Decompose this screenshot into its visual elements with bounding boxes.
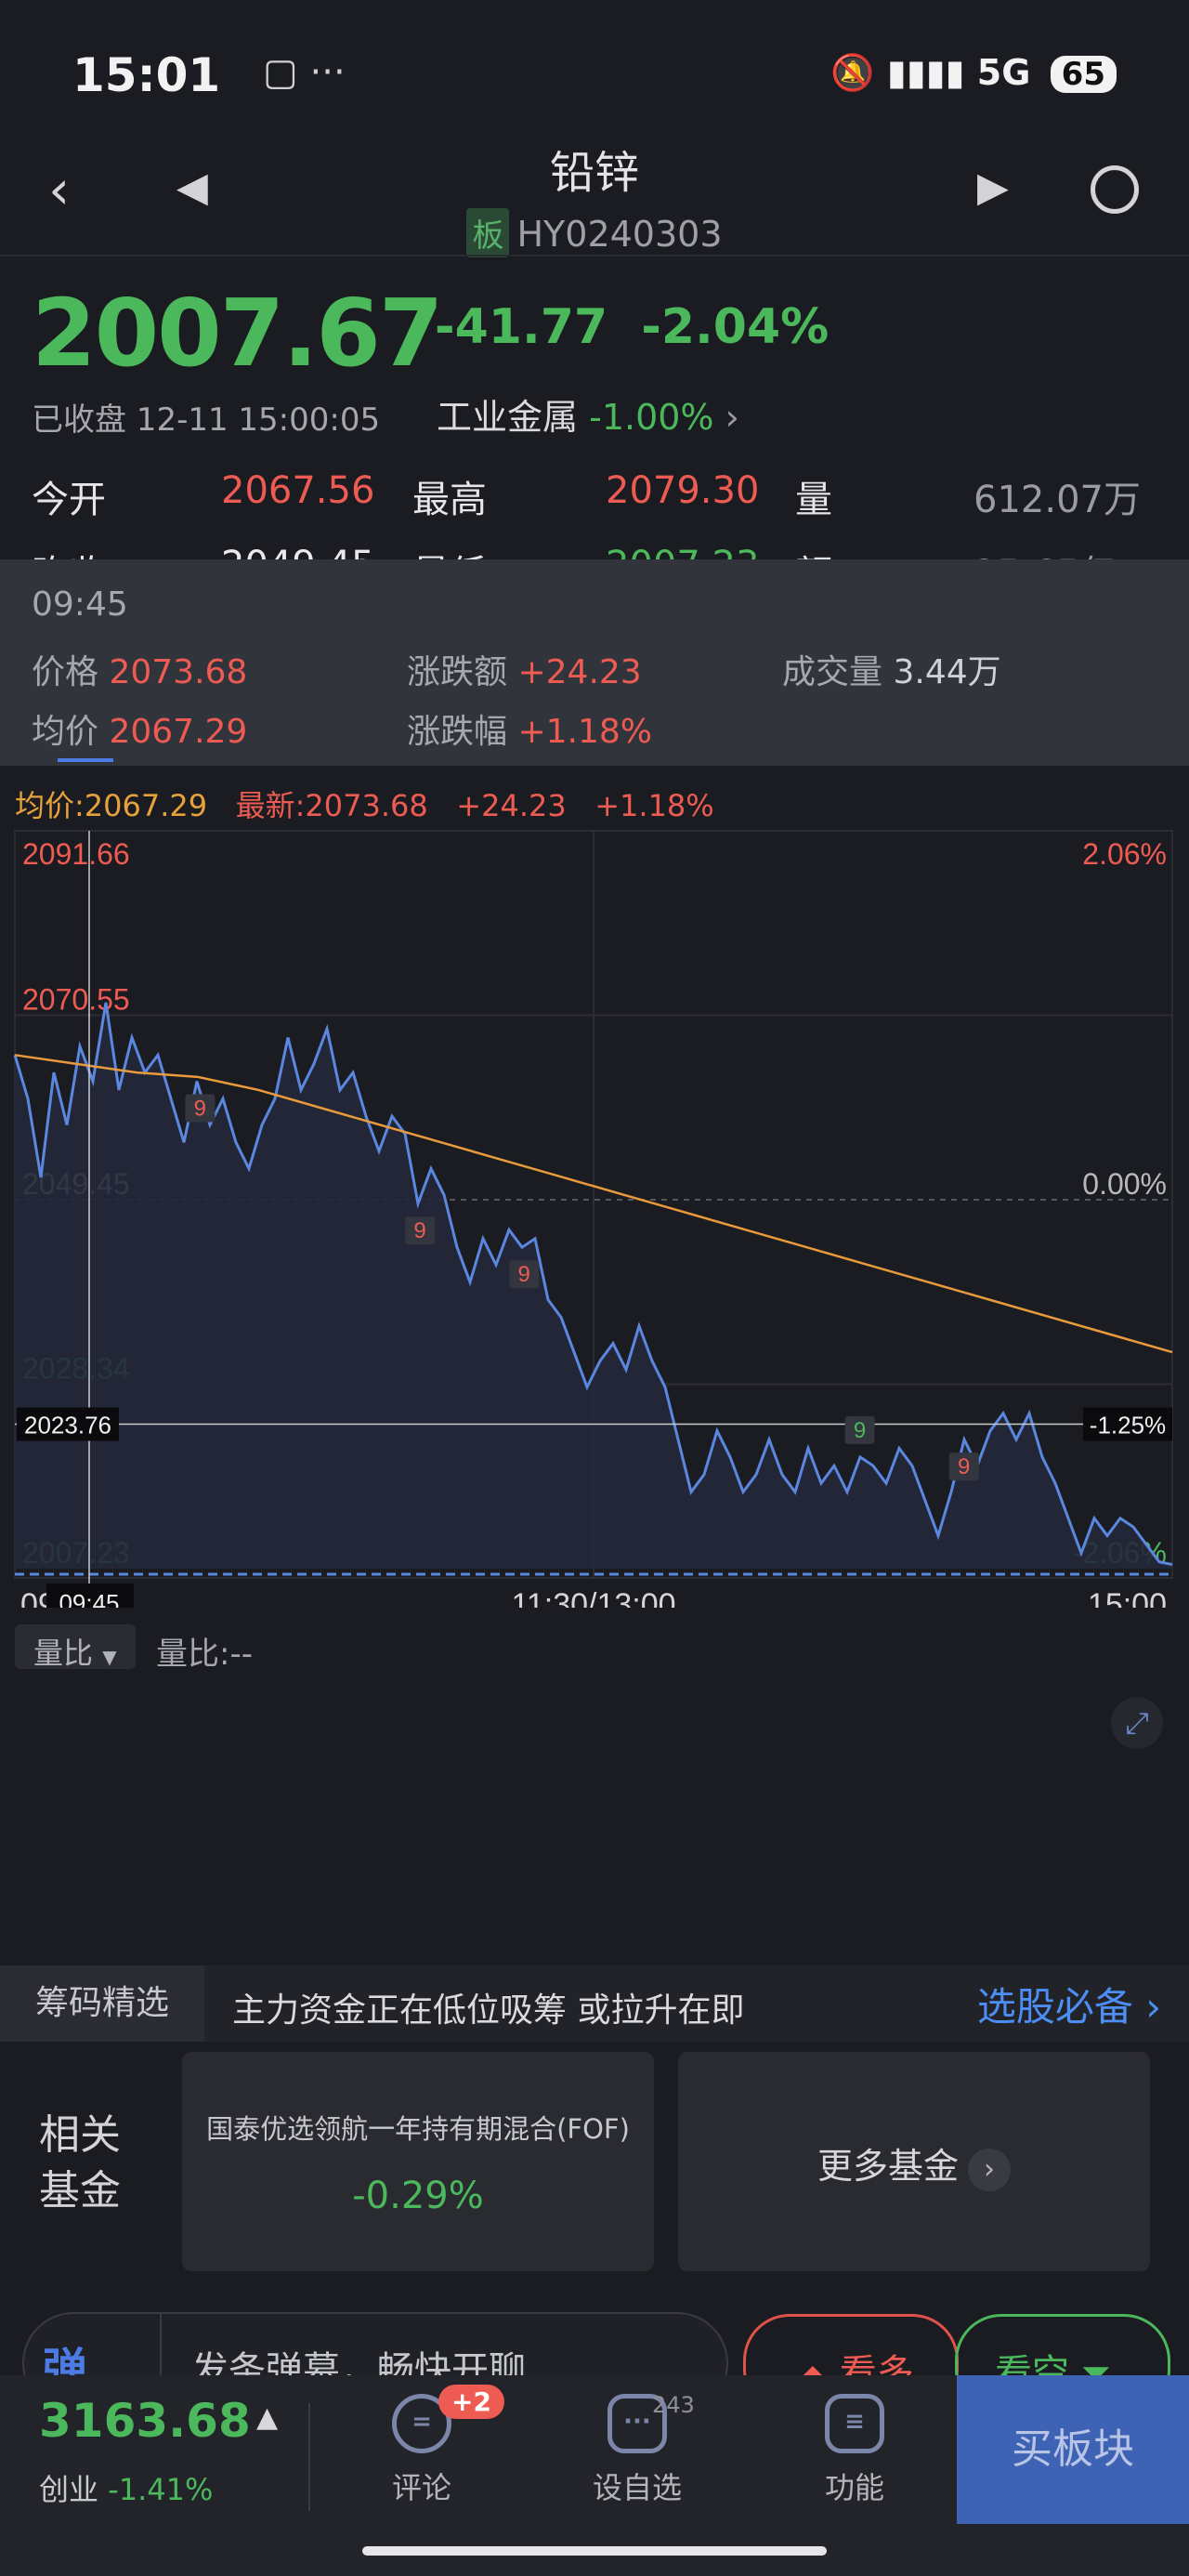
index-info: 创业 -1.41%: [39, 2466, 213, 2509]
chip-text: 主力资金正在低位吸筹 或拉升在即: [232, 1991, 745, 2030]
tooltip-time: 09:45: [32, 585, 128, 624]
network-label: 5G: [976, 52, 1031, 93]
marker-label: 9: [958, 1454, 970, 1479]
vol-ratio: 量比:--: [156, 1636, 253, 1673]
stat-vol: 612.07万: [973, 479, 1141, 521]
board-badge: 板: [466, 208, 510, 257]
intraday-chart[interactable]: 2091.662070.552049.452028.342007.232.06%…: [0, 818, 1189, 1608]
tooltip-pct-label: 涨跌幅: [407, 713, 508, 751]
tooltip-pct-row: 涨跌幅 +1.18%: [407, 704, 652, 753]
market-status: 已收盘 12-11 15:00:05: [32, 401, 381, 439]
triangle-up-icon: ▲: [256, 2401, 279, 2434]
chip-tag: 筹码精选: [0, 1965, 204, 2042]
index-change: -1.41%: [108, 2472, 214, 2507]
header-divider: [0, 255, 1189, 256]
chevron-right-icon: ›: [725, 397, 739, 438]
sector-change: -1.00%: [589, 397, 714, 438]
more-funds-card[interactable]: 更多基金 ›: [678, 2052, 1150, 2271]
x-tick-label: 11:30/13:00: [511, 1587, 675, 1608]
code-line: 板 HY0240303: [0, 208, 1189, 257]
status-bar: 15:01 ▢ ··· 🔕 ▮▮▮▮ 5G 65: [0, 0, 1189, 139]
tooltip-price-label: 价格: [32, 653, 99, 691]
board-code: HY0240303: [516, 214, 723, 255]
crosshair-x-label: 09:45: [59, 1589, 119, 1608]
tooltip-avg: 2067.29: [109, 713, 248, 751]
tooltip-chg: +24.23: [517, 653, 642, 691]
y-tick-label: 2070.55: [22, 983, 130, 1017]
change-value: -41.77: [435, 299, 608, 355]
crosshair-pct-label: -1.25%: [1090, 1412, 1166, 1439]
tooltip-vol: 3.44万: [893, 653, 1001, 691]
crosshair-y-label: 2023.76: [24, 1412, 111, 1439]
battery-icon: 65: [1050, 56, 1117, 93]
more-funds: 更多基金 ›: [678, 2137, 1150, 2191]
buy-sector-button[interactable]: 买板块: [957, 2375, 1189, 2524]
stat-open: 2067.56: [221, 469, 375, 512]
tab-function-label: 功能: [824, 2470, 884, 2505]
tooltip-vol-row: 成交量 3.44万: [782, 645, 1001, 693]
stat-high: 2079.30: [606, 469, 760, 512]
mute-icon: 🔕: [830, 52, 875, 93]
page-title: 铅锌: [549, 147, 639, 199]
tooltip-vol-label: 成交量: [782, 653, 883, 691]
next-item-icon[interactable]: ▶: [977, 164, 1009, 211]
fund-label-line2: 基金: [39, 2167, 121, 2215]
menu-icon: ≡: [825, 2394, 884, 2453]
chevron-right-icon: ›: [968, 2149, 1011, 2191]
y-tick-label: 2091.66: [22, 837, 130, 871]
sector-name: 工业金属: [437, 397, 579, 438]
index-name: 创业: [39, 2472, 99, 2507]
tooltip-price-row: 价格 2073.68: [32, 645, 247, 693]
last-price: 2007.67: [32, 279, 443, 388]
index-value[interactable]: 3163.68: [39, 2394, 251, 2448]
fund-label-line1: 相关: [39, 2111, 121, 2159]
tooltip-pct: +1.18%: [517, 713, 652, 751]
marker-label: 9: [854, 1418, 866, 1443]
tooltip-avg-label: 均价: [32, 713, 99, 751]
tooltip-chg-row: 涨跌额 +24.23: [407, 645, 642, 693]
signal-icon: ▮▮▮▮: [886, 52, 965, 93]
pct-tick-label: 0.00%: [1082, 1167, 1167, 1201]
watch-count: 243: [652, 2392, 695, 2418]
status-time: 15:01: [72, 48, 221, 102]
status-system: 🔕 ▮▮▮▮ 5G 65: [830, 52, 1117, 94]
vol-selector[interactable]: 量比 ▼: [15, 1624, 136, 1671]
crosshair-tooltip: 09:45 价格 2073.68 涨跌额 +24.23 成交量 3.44万 均价…: [0, 559, 1189, 766]
stat-vol-label: 量: [795, 479, 832, 521]
price-change: -41.77 -2.04%: [435, 299, 829, 355]
marker-label: 9: [518, 1262, 530, 1287]
tab-watchlist-label: 设自选: [592, 2470, 682, 2505]
caret-down-icon: ▼: [102, 1646, 117, 1668]
comment-badge: +2: [438, 2385, 504, 2419]
bottom-separator: [308, 2403, 310, 2511]
related-funds-label: 相关 基金: [39, 2108, 121, 2219]
tab-function[interactable]: ≡ 功能: [790, 2394, 920, 2507]
vol-selector-label: 量比: [33, 1636, 94, 1671]
fund-change: -0.29%: [352, 2175, 484, 2217]
more-funds-label: 更多基金: [817, 2146, 959, 2187]
tooltip-avg-row: 均价 2067.29: [32, 704, 247, 753]
change-percent: -2.04%: [641, 299, 830, 355]
tooltip-chg-label: 涨跌额: [407, 653, 508, 691]
pct-tick-label: 2.06%: [1082, 837, 1167, 871]
fund-card[interactable]: 国泰优选领航一年持有期混合(FOF) -0.29%: [182, 2052, 654, 2271]
expand-icon[interactable]: ⤢: [1111, 1697, 1163, 1749]
marker-label: 9: [194, 1097, 206, 1122]
tab-comment-label: 评论: [391, 2470, 451, 2505]
sector-link[interactable]: 工业金属 -1.00% ›: [437, 388, 739, 440]
search-icon[interactable]: [1091, 165, 1139, 214]
fund-name: 国泰优选领航一年持有期混合(FOF): [206, 2113, 630, 2145]
tooltip-price: 2073.68: [109, 653, 248, 691]
stat-high-label: 最高: [412, 479, 487, 521]
chip-link[interactable]: 选股必备 ›: [977, 1976, 1161, 2032]
status-dots: ▢ ···: [263, 51, 346, 94]
marker-label: 9: [413, 1218, 425, 1243]
home-indicator[interactable]: [362, 2546, 827, 2556]
stat-open-label: 今开: [32, 479, 106, 521]
tab-indicator: [58, 758, 113, 762]
x-tick-label: 15:00: [1088, 1587, 1167, 1608]
